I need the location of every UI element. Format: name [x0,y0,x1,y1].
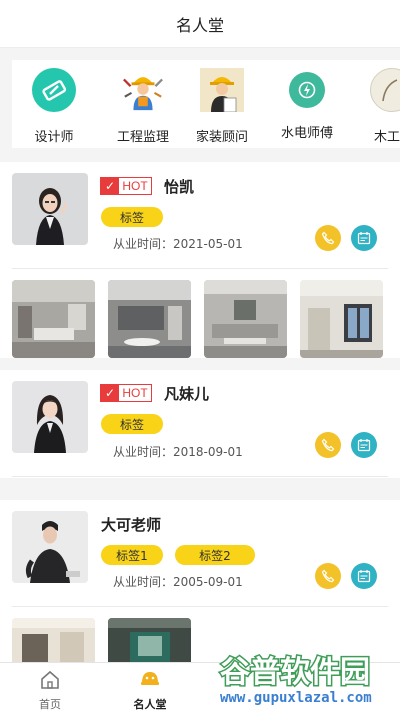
person-name: 怡凯 [164,178,195,196]
check-icon: ✓ [101,385,119,401]
plumber-electrician-icon [289,72,325,108]
category-scroller[interactable]: 设计师 工程监理 家装顾问 水电师傅 木工 [12,60,400,148]
hot-badge: ✓ HOT [100,384,152,402]
case-photo[interactable] [12,280,95,358]
schedule-button[interactable] [351,432,377,458]
person-card[interactable]: ✓ HOT 凡妹儿 标签 从业时间：2018-09-01 [0,370,400,478]
hot-badge: ✓ HOT [100,177,152,195]
svg-text:谷普软件园: 谷普软件园 [220,655,370,690]
phone-icon [321,438,335,452]
schedule-button[interactable] [351,563,377,589]
watermark-logo: 谷普软件园 www.gupuxlazal.com [219,654,373,708]
case-photo[interactable] [108,618,191,662]
person-card[interactable]: ✓ HOT 怡凯 标签 从业时间：2021-05-01 [0,162,400,358]
category-label: 设计师 [34,130,74,145]
calendar-icon [357,232,371,245]
avatar [12,173,88,245]
divider [12,476,388,477]
category-label: 水电师傅 [280,126,333,141]
tab-label: 名人堂 [133,698,167,711]
hall-of-fame-icon [141,672,159,685]
tag-badge: 标签2 [175,545,255,565]
category-plumber-electrician[interactable]: 水电师傅 [267,68,347,141]
category-label: 工程监理 [116,130,169,145]
person-name: 大可老师 [101,516,162,534]
check-icon: ✓ [101,178,119,194]
schedule-button[interactable] [351,225,377,251]
case-photo[interactable] [108,280,191,358]
phone-icon [321,231,335,245]
tab-home[interactable]: 首页 [0,669,100,711]
category-engineer-supervisor[interactable]: 工程监理 [103,68,183,145]
phone-icon [321,569,335,583]
person-name: 凡妹儿 [164,385,210,403]
case-photo[interactable] [300,280,383,358]
work-since: 从业时间：2018-09-01 [113,445,243,459]
carpenter-icon [370,68,400,112]
category-label: 家装顾问 [195,130,248,145]
case-photo[interactable] [204,280,287,358]
call-button[interactable] [315,563,341,589]
designer-icon [32,68,76,112]
divider [12,268,388,269]
call-button[interactable] [315,225,341,251]
engineer-supervisor-icon [121,68,165,112]
tag-badge: 标签 [101,414,163,434]
svg-text:www.gupuxlazal.com: www.gupuxlazal.com [220,690,372,706]
tab-hall-of-fame[interactable]: 名人堂 [100,669,200,711]
page-title: 名人堂 [175,15,224,35]
case-photo[interactable] [12,618,95,662]
work-since: 从业时间：2005-09-01 [113,575,243,589]
category-designer[interactable]: 设计师 [14,68,94,145]
category-home-consultant[interactable]: 家装顾问 [182,68,262,145]
tag-badge: 标签1 [101,545,163,565]
avatar [12,381,88,453]
tab-label: 首页 [39,698,61,711]
watermark: 谷普软件园 www.gupuxlazal.com [214,648,400,710]
person-card[interactable]: 大可老师 标签1 标签2 从业时间：2005-09-01 [0,500,400,662]
category-carpenter[interactable]: 木工 [342,68,400,145]
calendar-icon [357,439,371,452]
calendar-icon [357,570,371,583]
top-bar: 名人堂 [0,0,400,48]
home-consultant-icon [200,68,244,112]
tag-badge: 标签 [101,207,163,227]
avatar [12,511,88,583]
home-icon [41,670,59,689]
call-button[interactable] [315,432,341,458]
divider [12,606,388,607]
category-label: 木工 [374,130,400,145]
work-since: 从业时间：2021-05-01 [113,237,243,251]
